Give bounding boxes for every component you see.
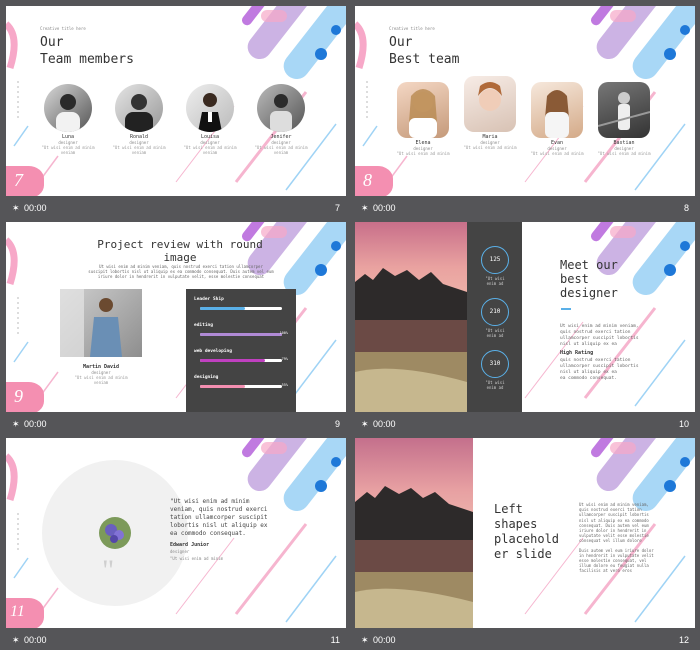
transition-icon: ✶ bbox=[361, 203, 369, 213]
accent-line bbox=[561, 308, 571, 310]
timing-text: 00:00 bbox=[24, 419, 47, 429]
kicker-text: Creative title here bbox=[389, 26, 435, 31]
person-caption: Martin David designer "Ut wisi enim ad m… bbox=[74, 364, 128, 385]
timing-text: 00:00 bbox=[373, 203, 396, 213]
body-paragraph: quis nostrud exerci tation ullamcorper su… bbox=[560, 358, 639, 381]
slide-title: Left shapes placehold er slide bbox=[494, 502, 560, 561]
transition-icon: ✶ bbox=[361, 419, 369, 429]
person-photo bbox=[60, 289, 142, 357]
stat-caption: "Ut wisi enim ad bbox=[485, 276, 505, 286]
skill-item: editing 100% bbox=[194, 323, 288, 336]
skills-panel: Leader Ship editing 100% web developing … bbox=[186, 289, 296, 412]
transition-icon: ✶ bbox=[12, 203, 20, 213]
landscape-photo bbox=[355, 222, 467, 412]
slide-info-bar: ✶ 00:00 8 bbox=[355, 198, 695, 218]
member-photo bbox=[257, 84, 305, 132]
slide-number: 7 bbox=[334, 203, 340, 213]
member-photo bbox=[186, 84, 234, 132]
member-photo bbox=[44, 84, 92, 132]
kicker-text: Creative title here bbox=[40, 26, 86, 31]
slide-number-badge: 9 bbox=[6, 382, 44, 412]
author-desc: "Ut wisi enim ad minim bbox=[170, 556, 223, 561]
timing-text: 00:00 bbox=[24, 635, 47, 645]
slide-canvas: " "Ut wisi enim ad minim veniam, quis nos… bbox=[6, 438, 346, 628]
slide-canvas: 125 "Ut wisi enim ad 210 "Ut wisi enim ad … bbox=[355, 222, 695, 412]
skill-item: web developing 79% bbox=[194, 349, 288, 362]
member-photo bbox=[397, 82, 449, 138]
slide-number-badge: 11 bbox=[6, 598, 44, 628]
author-role: designer bbox=[170, 549, 190, 554]
slide-thumbnail-12[interactable]: Left shapes placehold er slide Ut wisi enim… bbox=[355, 438, 695, 650]
timing-text: 00:00 bbox=[373, 419, 396, 429]
stats-column: 125 "Ut wisi enim ad 210 "Ut wisi enim ad … bbox=[467, 222, 522, 412]
stat-caption: "Ut wisi enim ad bbox=[485, 380, 505, 390]
landscape-photo bbox=[355, 438, 473, 628]
member-card: Jenifer designer "Ut wisi enim ad minim … bbox=[251, 84, 311, 155]
slide-info-bar: ✶ 00:00 12 bbox=[355, 630, 695, 650]
slide-canvas: Left shapes placehold er slide Ut wisi enim… bbox=[355, 438, 695, 628]
member-photo bbox=[115, 84, 163, 132]
slide-thumbnail-9[interactable]: Project review with round image Ut wisi e… bbox=[6, 222, 346, 434]
member-card: Maria designer "Ut wisi enim ad minim bbox=[460, 76, 520, 150]
slide-canvas: Project review with round image Ut wisi e… bbox=[6, 222, 346, 412]
slide-thumbnail-7[interactable]: Creative title here Our Team members Luna… bbox=[6, 6, 346, 218]
slide-number: 10 bbox=[678, 419, 689, 429]
slide-number: 12 bbox=[678, 635, 689, 645]
member-card: Bastian designer "Ut wisi enim ad minim bbox=[594, 82, 654, 156]
stat-ring: 310 bbox=[481, 350, 509, 378]
slide-info-bar: ✶ 00:00 7 bbox=[6, 198, 346, 218]
slide-canvas: Creative title here Our Best team Elena d… bbox=[355, 6, 695, 196]
rating-heading: High Rating bbox=[560, 350, 594, 356]
member-card: Evan designer "Ut wisi enim ad minim bbox=[527, 82, 587, 156]
slide-title: Our Team members bbox=[40, 35, 134, 67]
timing-text: 00:00 bbox=[373, 635, 396, 645]
slide-thumbnail-11[interactable]: " "Ut wisi enim ad minim veniam, quis nos… bbox=[6, 438, 346, 650]
slide-number: 8 bbox=[683, 203, 689, 213]
slide-info-bar: ✶ 00:00 10 bbox=[355, 414, 695, 434]
member-photo bbox=[531, 82, 583, 138]
member-card: Luna designer "Ut wisi enim ad minim ven… bbox=[38, 84, 98, 155]
body-paragraph: Ut wisi enim ad minim veniam, quis nostru… bbox=[560, 324, 639, 347]
slide-number-badge: 8 bbox=[355, 166, 393, 196]
quote-mark-icon: " bbox=[102, 554, 115, 587]
skill-item: Leader Ship bbox=[194, 297, 288, 310]
member-card: Louisa designer "Ut wisi enim ad minim v… bbox=[180, 84, 240, 155]
slide-canvas: Creative title here Our Team members Luna… bbox=[6, 6, 346, 196]
slide-number: 11 bbox=[330, 635, 340, 645]
slide-title: Project review with round image bbox=[97, 238, 263, 264]
member-card: Ronald designer "Ut wisi enim ad minim v… bbox=[109, 84, 169, 155]
slide-info-bar: ✶ 00:00 9 bbox=[6, 414, 346, 434]
slide-title: Our Best team bbox=[389, 35, 460, 67]
author-name: Edward Junior bbox=[170, 542, 210, 548]
slide-info-bar: ✶ 00:00 11 bbox=[6, 630, 346, 650]
member-photo bbox=[598, 82, 650, 138]
slide-thumbnail-8[interactable]: Creative title here Our Best team Elena d… bbox=[355, 6, 695, 218]
slide-thumbnail-10[interactable]: 125 "Ut wisi enim ad 210 "Ut wisi enim ad … bbox=[355, 222, 695, 434]
intro-paragraph: Ut wisi enim ad minim veniam, quis nostr… bbox=[88, 264, 274, 279]
stat-ring: 210 bbox=[481, 298, 509, 326]
transition-icon: ✶ bbox=[361, 635, 369, 645]
timing-text: 00:00 bbox=[24, 203, 47, 213]
stat-caption: "Ut wisi enim ad bbox=[485, 328, 505, 338]
skill-item: designing 55% bbox=[194, 375, 288, 388]
slide-title: Meet our best designer bbox=[560, 258, 618, 300]
transition-icon: ✶ bbox=[12, 635, 20, 645]
member-card: Elena designer "Ut wisi enim ad minim bbox=[393, 82, 453, 156]
quote-text: "Ut wisi enim ad minim veniam, quis nostr… bbox=[170, 498, 268, 537]
body-column: Ut wisi enim ad minim veniam, quis nostru… bbox=[579, 502, 654, 574]
slide-number: 9 bbox=[334, 419, 340, 429]
stat-ring: 125 bbox=[481, 246, 509, 274]
member-photo bbox=[464, 76, 516, 132]
slide-number-badge: 7 bbox=[6, 166, 44, 196]
transition-icon: ✶ bbox=[12, 419, 20, 429]
flower-photo bbox=[99, 517, 131, 549]
